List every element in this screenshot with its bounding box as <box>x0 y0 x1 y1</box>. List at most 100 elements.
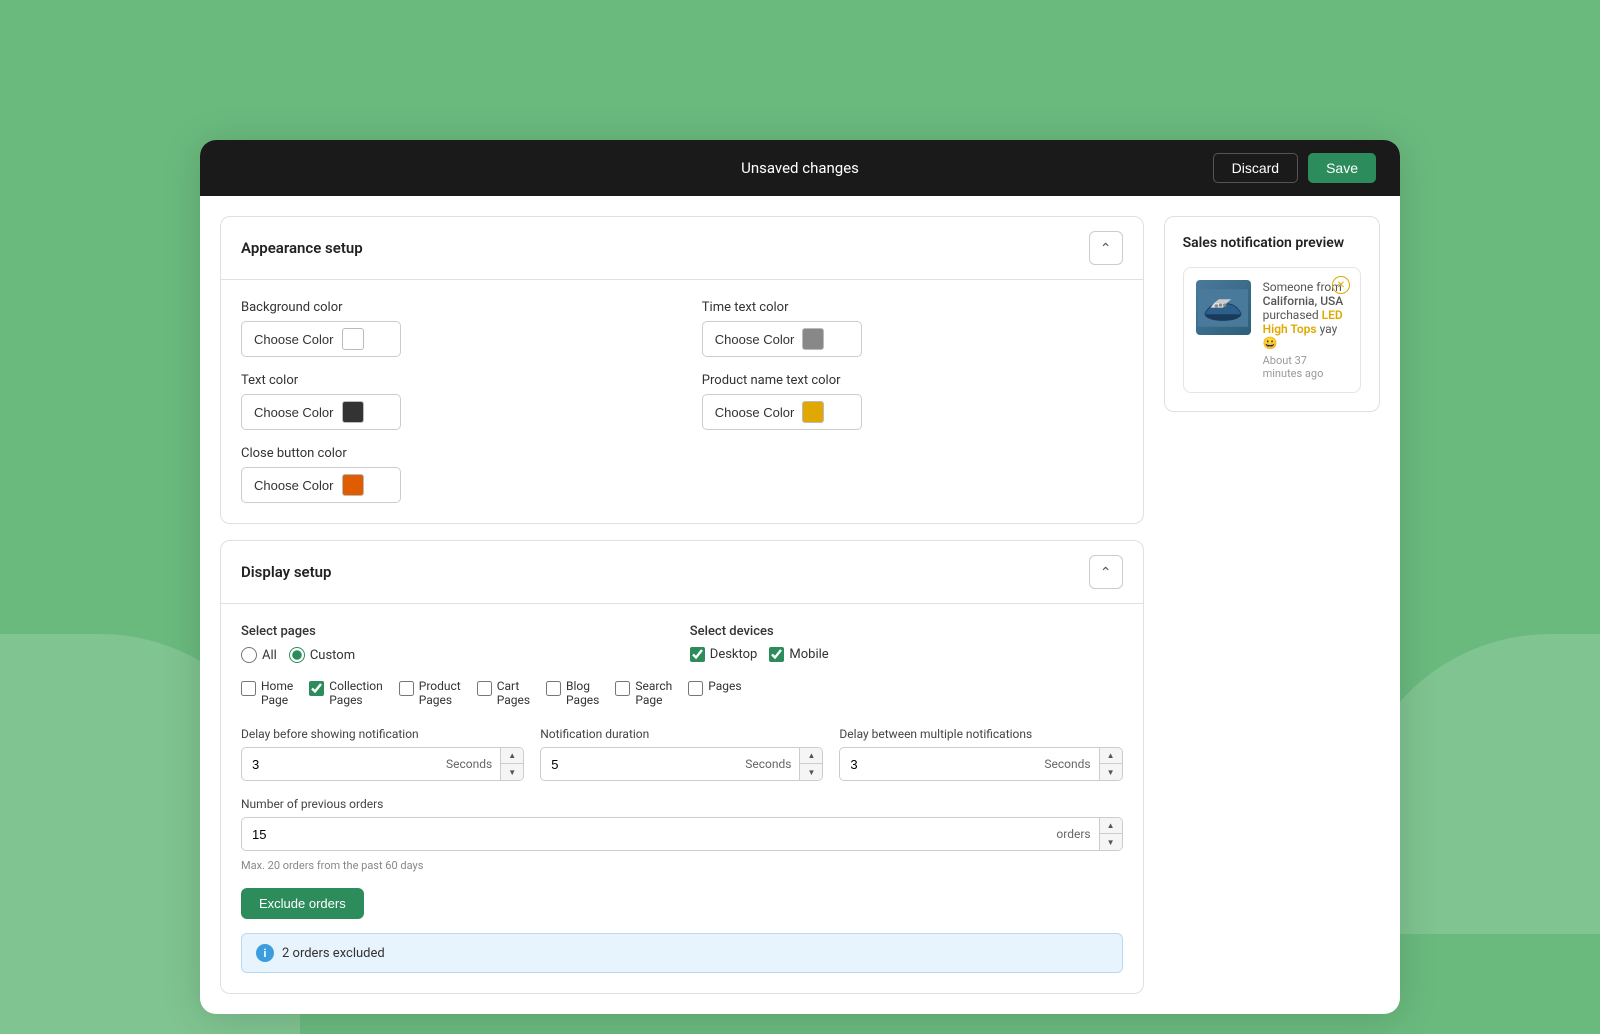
delay-before-up[interactable]: ▲ <box>501 748 523 764</box>
notification-duration-down[interactable]: ▼ <box>800 764 822 780</box>
appearance-card-header: Appearance setup ⌃ <box>221 217 1143 280</box>
pages-checkboxes: HomePage CollectionPages ProductPages <box>241 679 1123 707</box>
pages-checkbox[interactable] <box>688 681 703 696</box>
home-page-checkbox-option[interactable]: HomePage <box>241 679 293 707</box>
bg-color-swatch <box>342 328 364 350</box>
desktop-checkbox[interactable] <box>690 647 705 662</box>
time-text-color-picker[interactable]: Choose Color <box>702 321 862 357</box>
prev-orders-input[interactable] <box>242 821 1048 848</box>
text-color-picker[interactable]: Choose Color <box>241 394 401 430</box>
search-page-checkbox-option[interactable]: SearchPage <box>615 679 672 707</box>
preview-card: Sales notification preview ✕ <box>1164 216 1380 412</box>
radio-custom-label: Custom <box>310 648 355 663</box>
notif-close-icon: ✕ <box>1332 276 1350 294</box>
product-name-color-picker[interactable]: Choose Color <box>702 394 862 430</box>
delay-row: Delay before showing notification Second… <box>241 727 1123 781</box>
appearance-collapse-button[interactable]: ⌃ <box>1089 231 1123 265</box>
notification-duration-input[interactable] <box>541 751 737 778</box>
blog-pages-label: BlogPages <box>566 679 599 707</box>
pages-checkbox-option[interactable]: Pages <box>688 679 741 707</box>
unsaved-changes-title: Unsaved changes <box>741 159 859 177</box>
delay-between-input[interactable] <box>840 751 1036 778</box>
mobile-checkbox[interactable] <box>769 647 784 662</box>
display-collapse-button[interactable]: ⌃ <box>1089 555 1123 589</box>
close-btn-color-picker[interactable]: Choose Color <box>241 467 401 503</box>
orders-field: Number of previous orders orders ▲ ▼ <box>241 797 1123 851</box>
pages-devices-row: Select pages All Custom <box>241 624 1123 663</box>
delay-before-unit: Seconds <box>438 757 500 771</box>
text-color-field: Text color Choose Color <box>241 373 662 430</box>
radio-custom-input[interactable] <box>289 647 305 663</box>
search-page-checkbox[interactable] <box>615 681 630 696</box>
pages-label: Pages <box>708 679 741 693</box>
delay-before-input-wrap: Seconds ▲ ▼ <box>241 747 524 781</box>
product-name-color-field: Product name text color Choose Color <box>702 373 1123 430</box>
close-btn-color-field: Close button color Choose Color <box>241 446 662 503</box>
delay-before-down[interactable]: ▼ <box>501 764 523 780</box>
bg-color-picker[interactable]: Choose Color <box>241 321 401 357</box>
delay-between-up[interactable]: ▲ <box>1100 748 1122 764</box>
exclude-orders-button[interactable]: Exclude orders <box>241 888 364 919</box>
home-page-checkbox[interactable] <box>241 681 256 696</box>
display-card-body: Select pages All Custom <box>221 604 1143 993</box>
delay-before-field: Delay before showing notification Second… <box>241 727 524 781</box>
prev-orders-down[interactable]: ▼ <box>1100 834 1122 850</box>
delay-between-input-wrap: Seconds ▲ ▼ <box>839 747 1122 781</box>
notification-duration-field: Notification duration Seconds ▲ ▼ <box>540 727 823 781</box>
preview-title: Sales notification preview <box>1183 235 1361 251</box>
time-text-color-field: Time text color Choose Color <box>702 300 1123 357</box>
desktop-checkbox-option[interactable]: Desktop <box>690 647 758 662</box>
bg-color-field: Background color Choose Color <box>241 300 662 357</box>
notification-preview: ✕ <box>1183 267 1361 393</box>
discard-button[interactable]: Discard <box>1213 153 1298 183</box>
delay-before-input[interactable] <box>242 751 438 778</box>
save-button[interactable]: Save <box>1308 153 1376 183</box>
product-name-color-swatch <box>802 401 824 423</box>
pages-radio-group: All Custom <box>241 647 674 663</box>
radio-all-input[interactable] <box>241 647 257 663</box>
prev-orders-unit: orders <box>1048 827 1098 841</box>
appearance-card: Appearance setup ⌃ Background color Choo… <box>220 216 1144 524</box>
prev-orders-helper: Max. 20 orders from the past 60 days <box>241 859 1123 872</box>
notification-duration-input-wrap: Seconds ▲ ▼ <box>540 747 823 781</box>
product-pages-checkbox[interactable] <box>399 681 414 696</box>
bg-color-label-text: Choose Color <box>254 332 334 347</box>
devices-checkbox-group: Desktop Mobile <box>690 647 1123 662</box>
collection-pages-checkbox[interactable] <box>309 681 324 696</box>
close-btn-color-swatch <box>342 474 364 496</box>
blog-pages-checkbox[interactable] <box>546 681 561 696</box>
delay-between-label: Delay between multiple notifications <box>839 727 1122 741</box>
product-pages-label: ProductPages <box>419 679 461 707</box>
notification-duration-unit: Seconds <box>737 757 799 771</box>
time-text-color-label: Time text color <box>702 300 1123 315</box>
delay-between-down[interactable]: ▼ <box>1100 764 1122 780</box>
time-text-color-swatch <box>802 328 824 350</box>
prev-orders-label: Number of previous orders <box>241 797 1123 811</box>
product-name-color-label: Product name text color <box>702 373 1123 388</box>
cart-pages-checkbox[interactable] <box>477 681 492 696</box>
radio-all-option[interactable]: All <box>241 647 277 663</box>
bg-color-label: Background color <box>241 300 662 315</box>
radio-custom-option[interactable]: Custom <box>289 647 355 663</box>
delay-before-stepper: ▲ ▼ <box>500 748 523 780</box>
blog-pages-checkbox-option[interactable]: BlogPages <box>546 679 599 707</box>
select-pages-section: Select pages All Custom <box>241 624 674 663</box>
mobile-label: Mobile <box>789 647 828 662</box>
delay-between-stepper: ▲ ▼ <box>1099 748 1122 780</box>
select-devices-section: Select devices Desktop Mobile <box>690 624 1123 663</box>
delay-before-label: Delay before showing notification <box>241 727 524 741</box>
delay-between-unit: Seconds <box>1036 757 1098 771</box>
notification-duration-stepper: ▲ ▼ <box>799 748 822 780</box>
appearance-card-body: Background color Choose Color Time text … <box>221 280 1143 523</box>
shoe-illustration <box>1198 288 1248 328</box>
notif-location: California, USA <box>1263 294 1344 308</box>
notif-text: Someone from California, USA purchased L… <box>1263 280 1348 380</box>
excluded-banner: i 2 orders excluded <box>241 933 1123 973</box>
prev-orders-up[interactable]: ▲ <box>1100 818 1122 834</box>
top-bar-actions: Discard Save <box>1213 153 1376 183</box>
cart-pages-checkbox-option[interactable]: CartPages <box>477 679 530 707</box>
notification-duration-up[interactable]: ▲ <box>800 748 822 764</box>
collection-pages-checkbox-option[interactable]: CollectionPages <box>309 679 382 707</box>
mobile-checkbox-option[interactable]: Mobile <box>769 647 828 662</box>
product-pages-checkbox-option[interactable]: ProductPages <box>399 679 461 707</box>
